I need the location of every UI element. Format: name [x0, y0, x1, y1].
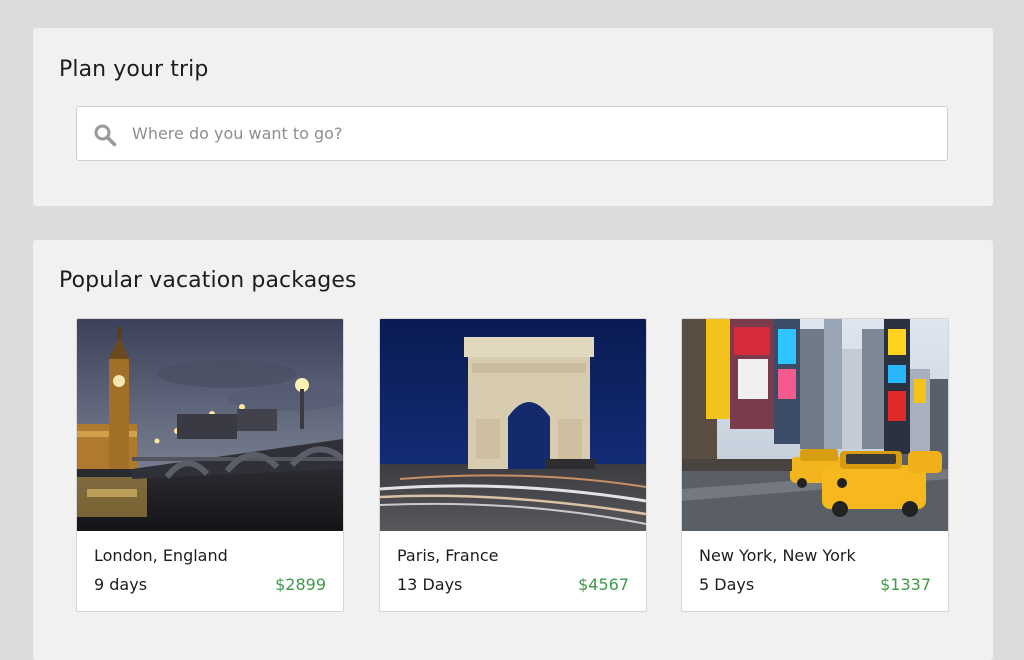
paris-photo	[380, 319, 646, 531]
search-box[interactable]	[76, 106, 948, 161]
plan-trip-title: Plan your trip	[59, 57, 209, 82]
london-photo	[77, 319, 343, 531]
new-york-photo	[682, 319, 948, 531]
package-price: $4567	[578, 575, 629, 594]
package-city: Paris, France	[397, 546, 499, 565]
search-input[interactable]	[132, 107, 932, 160]
vacation-packages-panel: Popular vacation packages London, Englan…	[33, 240, 993, 660]
package-duration: 9 days	[94, 575, 148, 594]
package-card-london[interactable]: London, England 9 days $2899	[76, 318, 344, 612]
package-card-new-york[interactable]: New York, New York 5 Days $1337	[681, 318, 949, 612]
packages-title: Popular vacation packages	[59, 268, 357, 293]
package-price: $1337	[880, 575, 931, 594]
package-duration: 5 Days	[699, 575, 755, 594]
package-card-paris[interactable]: Paris, France 13 Days $4567	[379, 318, 647, 612]
package-price: $2899	[275, 575, 326, 594]
package-city: New York, New York	[699, 546, 856, 565]
plan-trip-panel: Plan your trip	[33, 28, 993, 206]
package-city: London, England	[94, 546, 228, 565]
search-icon	[94, 124, 117, 147]
package-duration: 13 Days	[397, 575, 463, 594]
